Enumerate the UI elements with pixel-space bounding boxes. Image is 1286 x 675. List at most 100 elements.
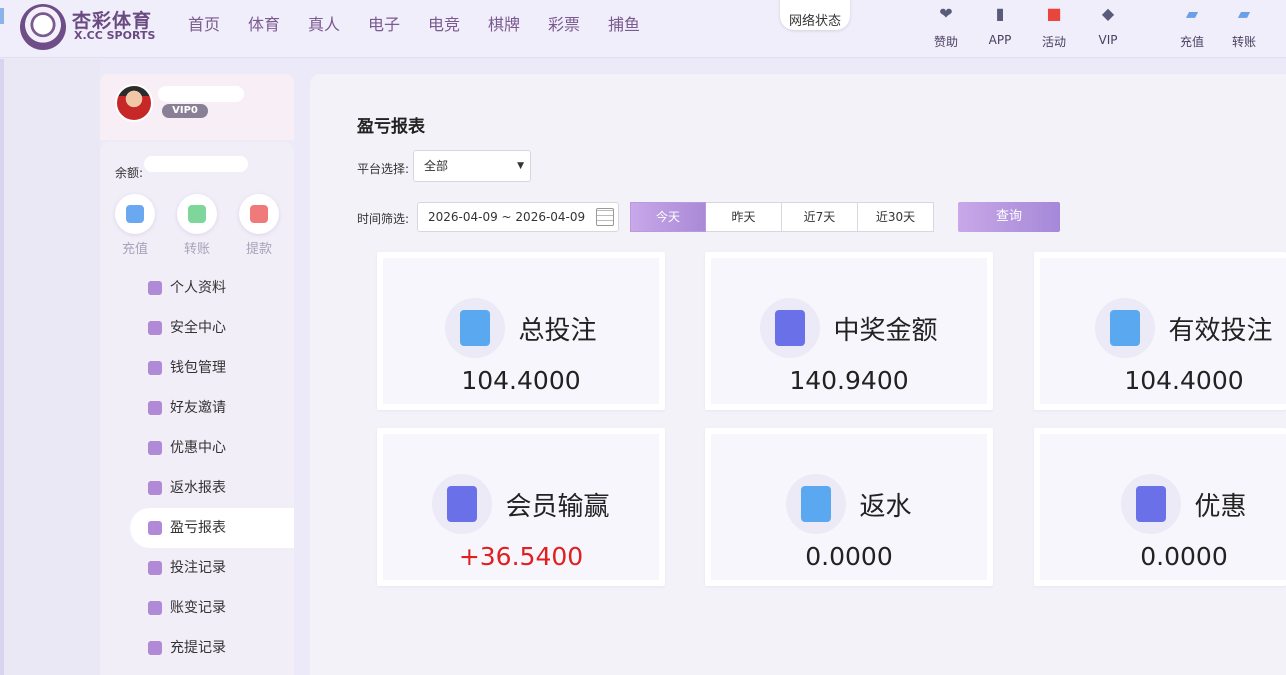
main-nav: 首页 体育 真人 电子 电竞 棋牌 彩票 捕鱼: [188, 13, 668, 37]
safe-icon: [1095, 298, 1156, 358]
transfer-icon: [177, 194, 217, 234]
stat-value: 0.0000: [1140, 542, 1228, 571]
quick-deposit-button[interactable]: 充值: [113, 194, 157, 257]
wallet-icon: ▰: [1185, 4, 1199, 23]
stat-value: 104.4000: [1124, 366, 1244, 395]
date-range-value: 2026-04-09 ~ 2026-04-09: [428, 210, 586, 224]
vip-button[interactable]: ◆ VIP: [1086, 3, 1130, 51]
sidebar-item-promotions[interactable]: 优惠中心: [130, 428, 294, 468]
withdraw-icon: [239, 194, 279, 234]
network-status[interactable]: ⌒ 网络状态: [780, 0, 850, 30]
trophy-ticket-icon: [760, 298, 821, 358]
nav-item-cards[interactable]: 棋牌: [488, 13, 548, 37]
shield-icon: [148, 321, 162, 335]
sponsor-button[interactable]: ❤ 赞助: [924, 3, 968, 51]
balance-label: 余额:: [115, 166, 144, 180]
sidebar-item-wallet[interactable]: 钱包管理: [130, 348, 294, 388]
stat-name: 总投注: [518, 315, 597, 346]
sidebar-item-invite[interactable]: 好友邀请: [130, 388, 294, 428]
stat-name: 有效投注: [1168, 315, 1273, 346]
sidebar-item-deposit-withdraw[interactable]: 充提记录: [130, 628, 294, 668]
sidebar-menu: 个人资料 安全中心 钱包管理 好友邀请 优惠中心 返水报表 盈亏报表 投注记录 …: [130, 268, 294, 668]
date-quick-tabs: 今天 昨天 近7天 近30天: [630, 202, 934, 232]
profile-card: VIP0: [100, 74, 294, 140]
stat-value: +36.5400: [458, 542, 584, 571]
report-icon: [148, 521, 162, 535]
nav-item-home[interactable]: 首页: [188, 13, 248, 37]
logo-icon: [20, 4, 66, 50]
gift-box-icon: [148, 481, 162, 495]
stat-card-promotion: 优惠 0.0000: [1034, 428, 1286, 586]
wallet-icon: [148, 281, 162, 295]
report-icon: [148, 601, 162, 615]
transfer-icon: ▰: [1237, 4, 1251, 23]
report-icon: [148, 561, 162, 575]
nav-item-lottery[interactable]: 彩票: [548, 13, 608, 37]
deposit-icon: [115, 194, 155, 234]
vip-badge: VIP0: [162, 104, 208, 118]
sidebar-item-profile[interactable]: 个人资料: [130, 268, 294, 308]
activity-button[interactable]: ■ 活动: [1032, 3, 1076, 51]
stat-value: 0.0000: [805, 542, 893, 571]
stat-card-total-bet: 总投注 104.4000: [377, 252, 665, 410]
username-redacted: [158, 86, 244, 102]
sidebar-item-account-changes[interactable]: 账变记录: [130, 588, 294, 628]
promo-icon: [1121, 474, 1182, 534]
tab-yesterday[interactable]: 昨天: [706, 202, 782, 232]
coupon-icon: [148, 441, 162, 455]
stat-name: 优惠: [1194, 491, 1247, 522]
transfer-header-button[interactable]: ▰ 转账: [1222, 3, 1266, 51]
left-background: [0, 59, 100, 675]
app-button[interactable]: ▮ APP: [978, 3, 1022, 51]
stat-value: 140.9400: [789, 366, 909, 395]
diamond-icon: ◆: [1101, 4, 1115, 23]
rebate-icon: [786, 474, 847, 534]
sidebar-item-security[interactable]: 安全中心: [130, 308, 294, 348]
balance-redacted: [144, 156, 248, 172]
nav-item-esports[interactable]: 电竞: [428, 13, 488, 37]
bet-slip-icon: [445, 298, 506, 358]
brand-logo[interactable]: 杏彩体育 X.CC SPORTS: [20, 2, 160, 50]
time-filter-label: 时间筛选:: [357, 212, 410, 226]
tab-today[interactable]: 今天: [630, 202, 706, 232]
nav-item-live[interactable]: 真人: [308, 13, 368, 37]
stat-card-winnings: 中奖金额 140.9400: [705, 252, 993, 410]
page-title: 盈亏报表: [357, 117, 425, 137]
calendar-icon[interactable]: [596, 208, 614, 226]
edge-indicator: [0, 8, 4, 24]
member-icon: [432, 474, 493, 534]
nav-item-sports[interactable]: 体育: [248, 13, 308, 37]
stat-card-member-win-loss: 会员输赢 +36.5400: [377, 428, 665, 586]
query-button[interactable]: 查询: [958, 202, 1060, 232]
deposit-header-button[interactable]: ▰ 充值: [1170, 3, 1214, 51]
gift-icon: ■: [1046, 4, 1062, 23]
avatar[interactable]: [115, 84, 153, 122]
stat-value: 104.4000: [461, 366, 581, 395]
sidebar-item-bet-records[interactable]: 投注记录: [130, 548, 294, 588]
phone-icon: ▮: [995, 4, 1005, 23]
platform-select[interactable]: 全部 ▼: [413, 150, 531, 182]
mail-icon: [148, 401, 162, 415]
tab-last-30-days[interactable]: 近30天: [858, 202, 934, 232]
left-edge: [0, 59, 4, 675]
nav-item-fishing[interactable]: 捕鱼: [608, 13, 668, 37]
tab-last-7-days[interactable]: 近7天: [782, 202, 858, 232]
main-panel: 盈亏报表 平台选择: 全部 ▼ 时间筛选: 2026-04-09 ~ 2026-…: [310, 74, 1286, 675]
report-icon: [148, 641, 162, 655]
quick-transfer-button[interactable]: 转账: [175, 194, 219, 257]
stat-card-valid-bet: 有效投注 104.4000: [1034, 252, 1286, 410]
platform-label: 平台选择:: [357, 162, 410, 176]
heart-hands-icon: ❤: [939, 4, 953, 23]
sidebar-item-profit-report[interactable]: 盈亏报表: [130, 508, 294, 548]
nav-item-slots[interactable]: 电子: [368, 13, 428, 37]
platform-select-value: 全部: [424, 159, 449, 173]
stat-name: 返水: [859, 491, 912, 522]
user-sidebar: 余额: 充值 转账 提款 个人资料 安全中心 钱包管理 好友邀请 优惠中心 返水…: [100, 142, 294, 675]
date-range-picker[interactable]: 2026-04-09 ~ 2026-04-09: [417, 202, 619, 232]
wifi-icon: ⌒: [808, 0, 821, 8]
stat-name: 中奖金额: [833, 315, 938, 346]
stat-card-rebate: 返水 0.0000: [705, 428, 993, 586]
sidebar-item-rebate-report[interactable]: 返水报表: [130, 468, 294, 508]
caret-down-icon: ▼: [517, 161, 524, 171]
quick-withdraw-button[interactable]: 提款: [237, 194, 281, 257]
